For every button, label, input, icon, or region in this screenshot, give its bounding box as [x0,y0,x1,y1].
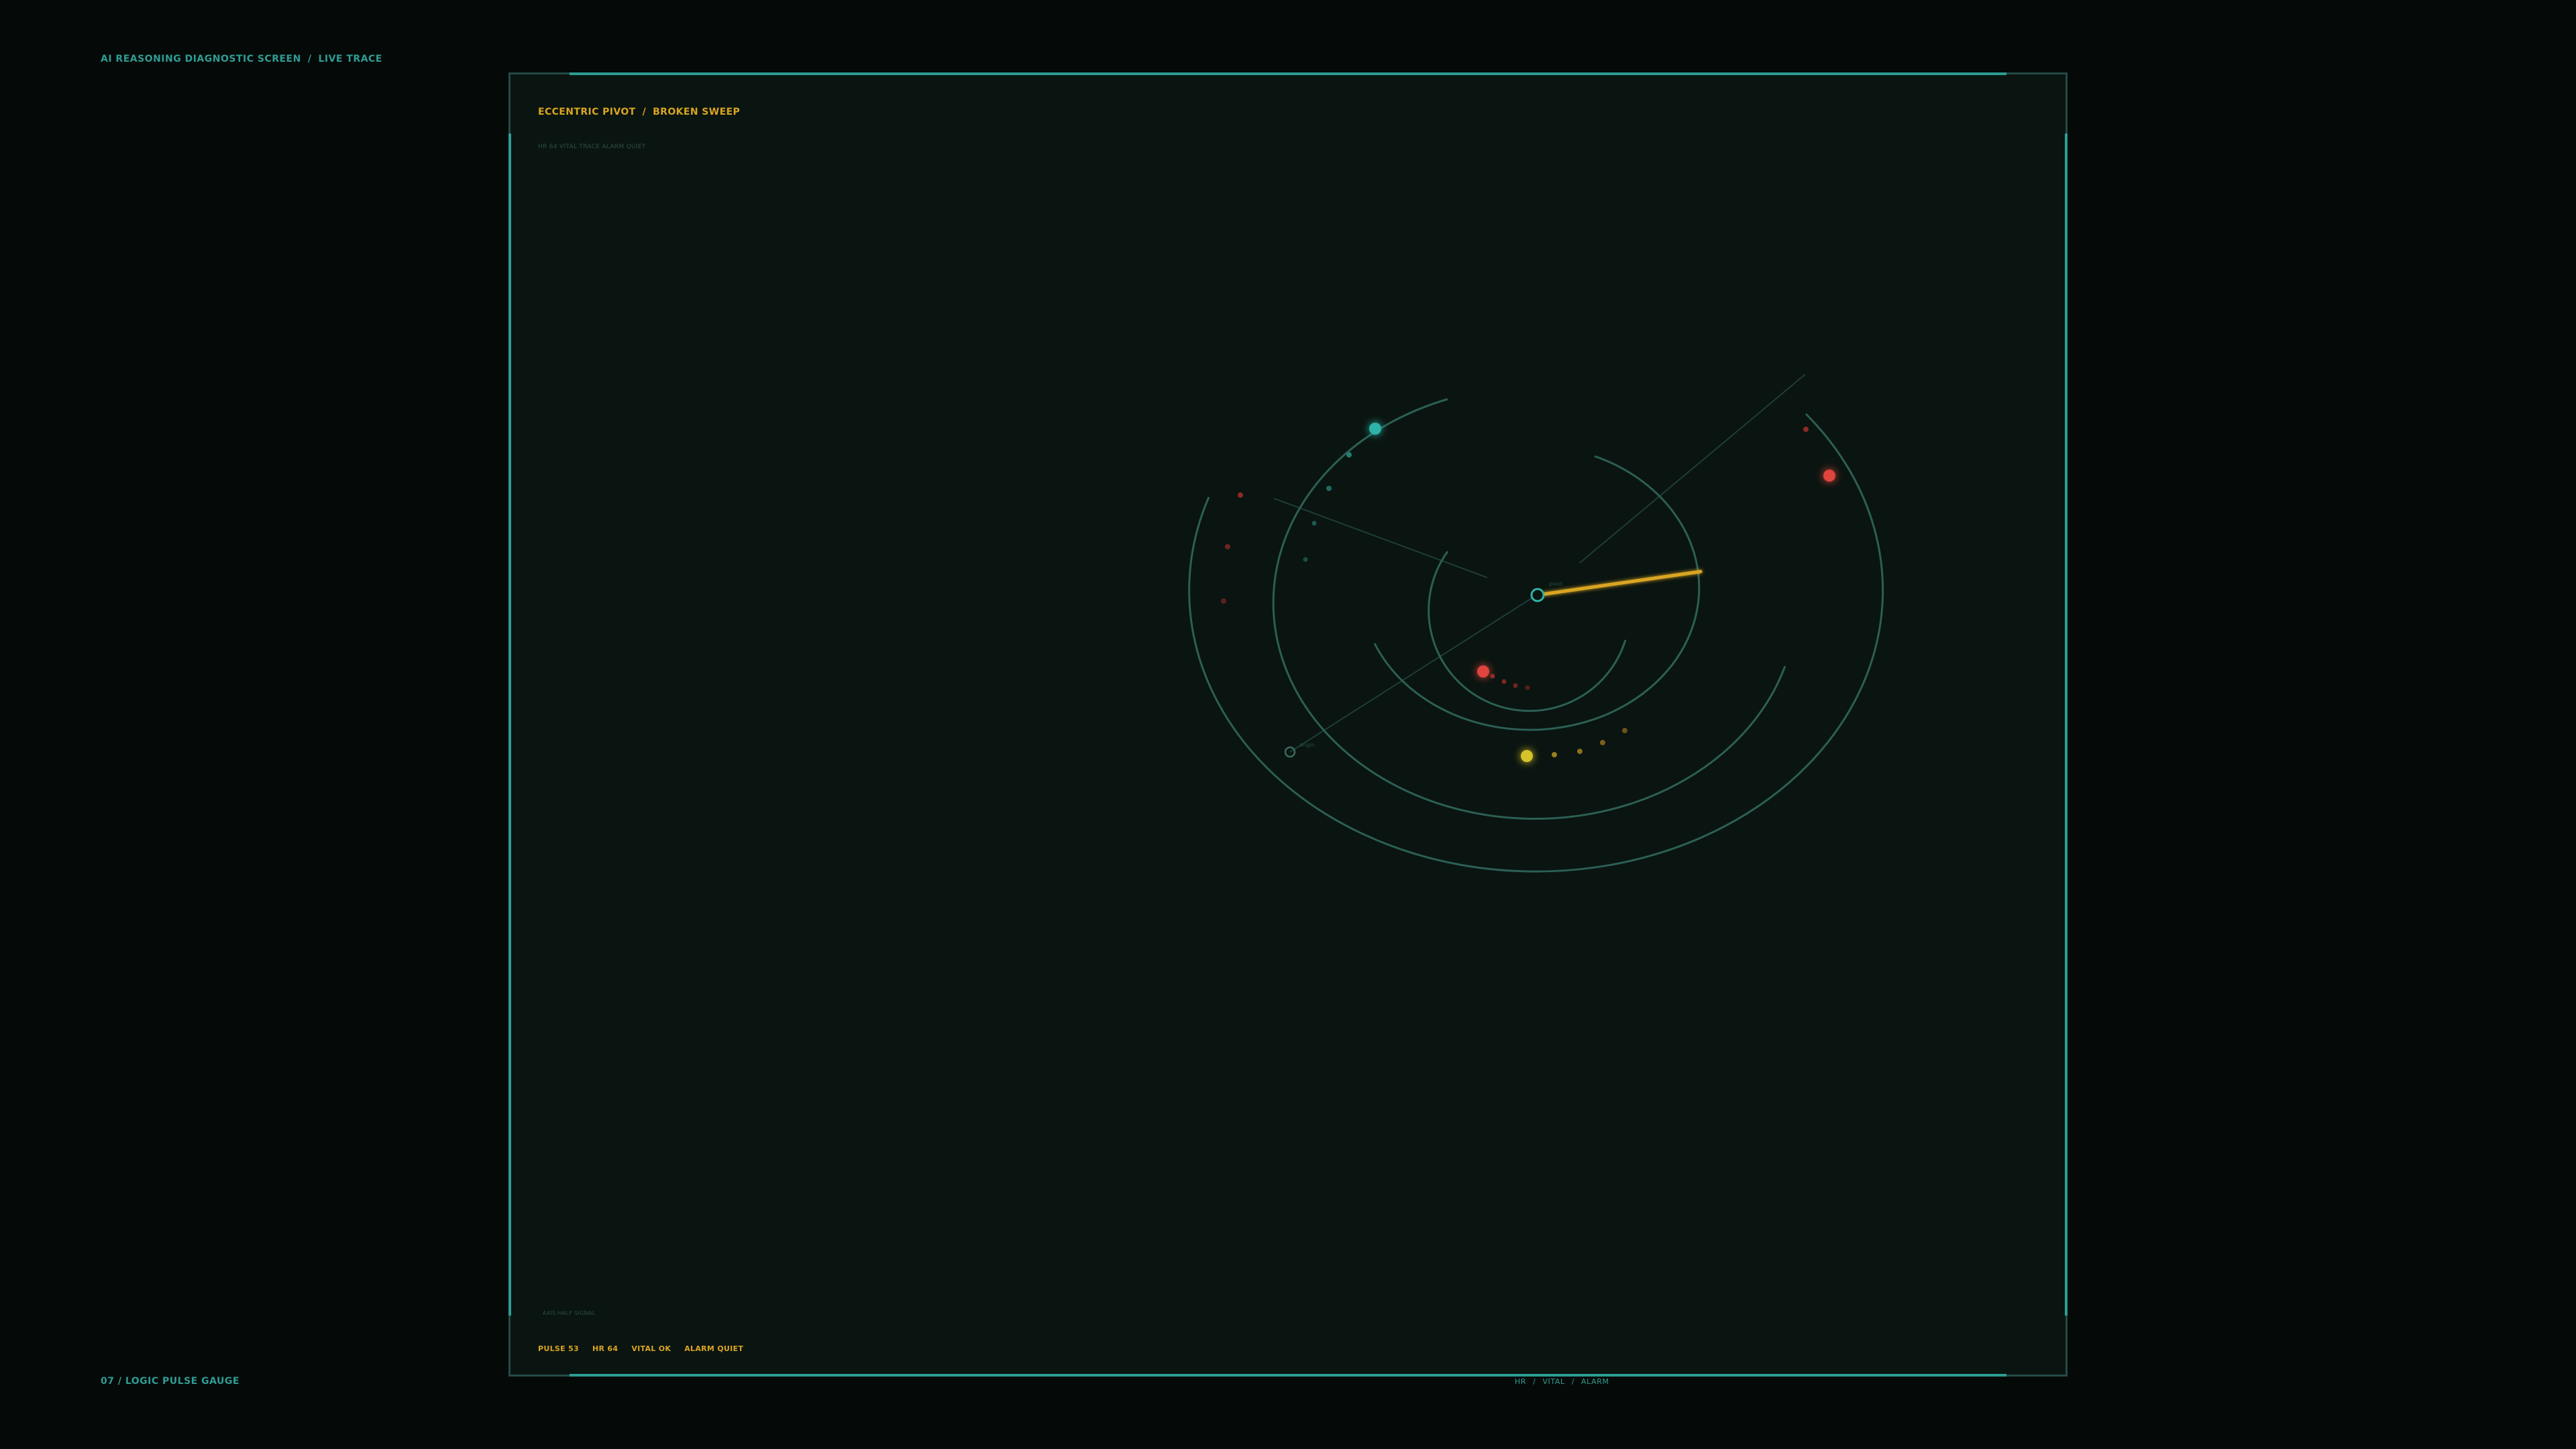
status-alarm: ALARM QUIET [684,1344,744,1353]
screen-mode: LIVE TRACE [318,54,382,64]
pivot-label: pivot [1549,581,1562,587]
yellow-trail-dot [1622,728,1627,733]
diagnostic-screen: AI REASONING DIAGNOSTIC SCREEN / LIVE TRAC… [0,0,2576,1449]
gauge-panel: ECCENTRIC PIVOT / BROKEN SWEEP HR 64 VITAL… [508,72,2068,1377]
red-trail-dot [1221,598,1226,604]
red-trail-dot [1513,683,1518,688]
red-trail-dot [1501,679,1507,684]
gauge-caption: 07 / LOGIC PULSE GAUGE [101,1376,239,1387]
status-line: PULSE 53 HR 64 VITAL OK ALARM QUIET [538,1344,743,1353]
teal-trail-dot [1346,452,1352,458]
red-node [1477,665,1489,678]
legend-footer: HR / VITAL / ALARM [1515,1377,1609,1386]
guide-line-lower-left [1289,595,1536,753]
pivot-marker [1530,588,1545,602]
status-hr: HR 64 [592,1344,619,1353]
teal-trail-dot [1326,486,1332,491]
legend-hr: HR [1515,1377,1527,1386]
red-node [1823,470,1835,482]
red-trail-dot [1525,685,1530,690]
red-trail-dot [1238,492,1243,498]
red-trail-dot [1490,674,1495,679]
axis-label: AXIS HALF SIGNAL [543,1310,596,1316]
legend-vital: VITAL [1542,1377,1565,1386]
red-trail-dot [1225,544,1230,549]
yellow-trail-dot [1600,740,1605,745]
guide-line-left [1273,498,1488,578]
teal-node [1369,423,1381,435]
screen-title: AI REASONING DIAGNOSTIC SCREEN [101,54,301,64]
pulse-gauge: origin pivot [1188,374,1884,873]
guide-line-upper-right [1579,374,1806,564]
status-pulse: PULSE 53 [538,1344,579,1353]
ring-outermost [1188,413,1884,873]
teal-trail-dot [1311,521,1317,526]
origin-label: origin [1299,742,1315,748]
yellow-node [1521,750,1533,762]
yellow-trail-dot [1552,752,1557,757]
status-vital: VITAL OK [631,1344,672,1353]
yellow-trail-dot [1577,749,1582,754]
teal-trail-dot [1303,557,1308,562]
screen-header: AI REASONING DIAGNOSTIC SCREEN / LIVE TRAC… [101,54,382,64]
red-trail-dot [1803,427,1809,432]
legend-alarm: ALARM [1581,1377,1609,1386]
